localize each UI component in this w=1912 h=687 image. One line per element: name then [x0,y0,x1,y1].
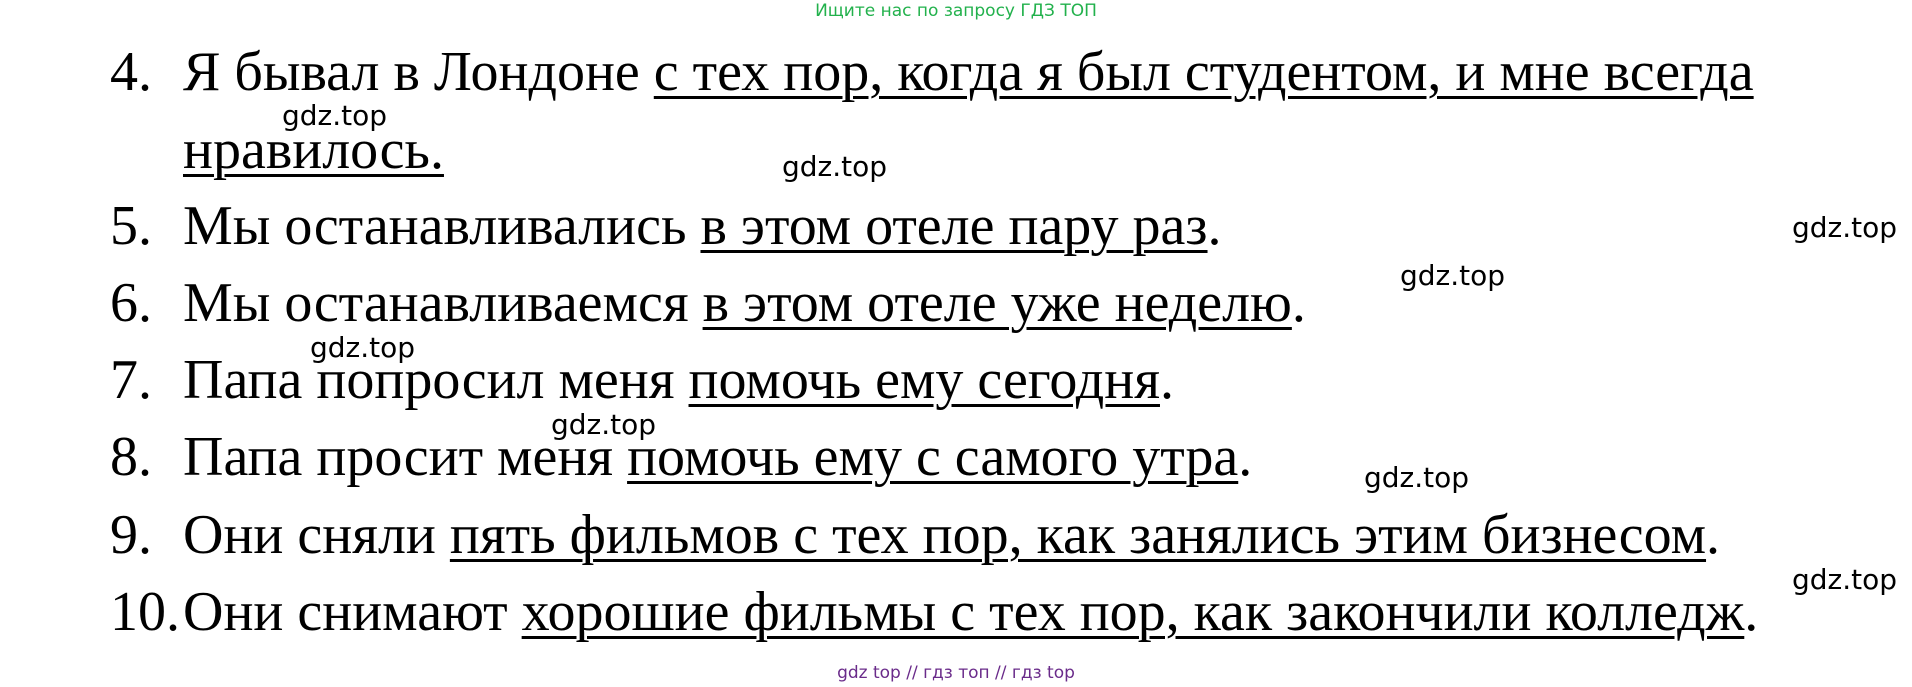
item-end: . [1744,581,1759,643]
item-end: . [1706,504,1721,566]
item-end: . [1291,272,1306,334]
item-number: 4. [110,41,152,103]
watermark-label: gdz.top [1792,563,1898,596]
item-text: Они сняли пять фильмов с тех пор, как за… [183,503,1720,567]
item-end: . [1207,195,1222,257]
item-number: 9. [110,504,152,566]
item-number: 8. [110,426,152,488]
item-number: 5. [110,195,152,257]
item-number: 7. [110,349,152,411]
item-text: Папа просит меня помочь ему с самого утр… [183,425,1252,489]
item-text: Они снимают хорошие фильмы с тех пор, ка… [183,580,1758,644]
item-underlined-text: хорошие фильмы с тех пор, как закончили … [521,581,1745,643]
item-text: Мы останавливались в этом отеле пару раз… [183,194,1222,258]
item-text: Мы останавливаемся в этом отеле уже неде… [183,271,1306,335]
item-plain-text: Они сняли [183,504,450,566]
item-number: 10. [110,581,180,643]
item-underlined-text: в этом отеле уже неделю [702,272,1292,334]
item-end: . [1159,349,1174,411]
item-underlined-text: пять фильмов с тех пор, как занялись эти… [449,504,1707,566]
watermark-label: gdz.top [1792,211,1898,244]
watermark-label: gdz.top [551,408,657,441]
item-plain-text: Мы останавливались [183,195,701,257]
item-plain-text: Мы останавливаемся [183,272,703,334]
watermark-label: gdz.top [782,150,888,183]
item-text: Я бывал в Лондоне с тех пор, когда я был… [183,40,1754,104]
item-underlined-text: в этом отеле пару раз [700,195,1208,257]
watermark-label: gdz.top [282,99,388,132]
item-plain-text: Я бывал в Лондоне [183,41,654,103]
watermark-label: gdz.top [1364,461,1470,494]
item-underlined-text: с тех пор, когда я был студентом, и мне … [653,41,1754,103]
item-number: 6. [110,272,152,334]
item-end: . [1238,426,1253,488]
item-underlined-text: помочь ему сегодня [688,349,1160,411]
item-plain-text: Папа попросил меня [183,349,689,411]
watermark-label: gdz.top [310,331,416,364]
page: { "banner": { "text": "Ищите нас по запр… [0,0,1912,687]
footer-watermark: gdz top // гдз топ // гдз top [837,663,1075,683]
item-plain-text: Они снимают [183,581,522,643]
item-underlined-text: помочь ему с самого утра [627,426,1239,488]
watermark-label: gdz.top [1400,259,1506,292]
search-hint-banner: Ищите нас по запросу ГДЗ ТОП [815,1,1097,21]
